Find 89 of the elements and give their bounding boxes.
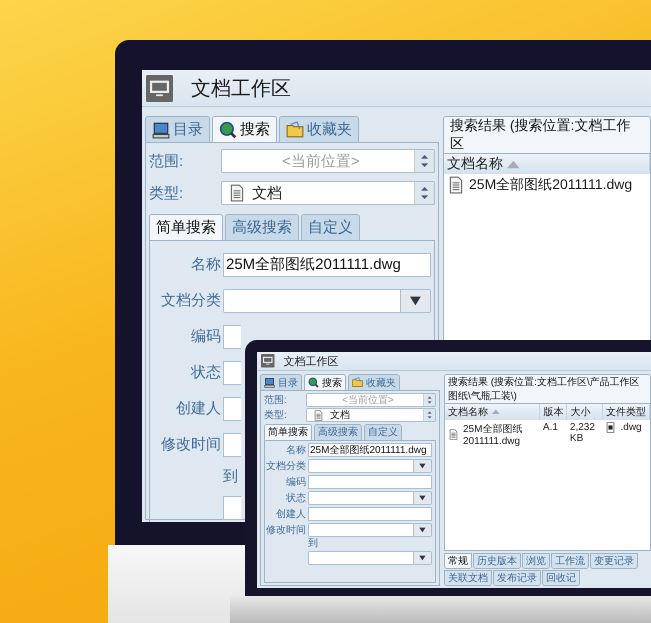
field-label: 文档分类 <box>266 460 307 473</box>
dropdown-field[interactable] <box>223 288 431 313</box>
spinner-icon <box>414 182 434 204</box>
window-title: 文档工作区 <box>284 354 338 368</box>
cell-text: A.1 <box>542 422 558 433</box>
computer-icon <box>264 377 275 388</box>
cell-text: 25M全部图纸2011111.dwg <box>469 176 632 194</box>
range-label: 到 <box>308 538 318 549</box>
input-field[interactable] <box>223 324 241 349</box>
field-label: 名称 <box>190 255 222 274</box>
text-field[interactable]: 25M全部图纸2011111.dwg <box>308 442 432 457</box>
detail-tab[interactable]: 变更记录 <box>590 553 638 569</box>
nav-tab[interactable]: 收藏夹 <box>348 374 400 390</box>
document-icon <box>313 410 324 421</box>
nav-tab[interactable]: 目录 <box>260 374 302 390</box>
sort-arrow-icon <box>492 409 500 415</box>
column-header[interactable]: 文档名称 <box>445 404 540 420</box>
globe-search-icon <box>219 120 237 138</box>
monitor-icon <box>146 74 173 102</box>
search-tab[interactable]: 简单搜索 <box>264 424 312 440</box>
document-icon <box>447 176 465 194</box>
search-tab[interactable]: 简单搜索 <box>149 214 223 240</box>
detail-tab[interactable]: 发布记录 <box>493 570 541 586</box>
scope-dropdown[interactable]: <当前位置> <box>221 149 435 173</box>
field-label: 编码 <box>190 327 222 346</box>
nav-tab[interactable]: 收藏夹 <box>279 116 359 142</box>
globe-search-icon <box>308 377 319 388</box>
spinner-icon <box>414 150 434 172</box>
column-header[interactable]: 文件类型 <box>602 404 650 420</box>
drawing-file-icon <box>605 422 616 433</box>
dropdown-field[interactable] <box>308 458 432 473</box>
column-header[interactable]: 文档名称 <box>444 154 650 174</box>
search-tab[interactable]: 自定义 <box>364 424 402 440</box>
field-label: 名称 <box>285 444 307 457</box>
field-label: 类型: <box>149 184 184 203</box>
document-icon <box>448 429 459 440</box>
cell-text: 25M全部图纸2011111.dwg <box>463 422 524 447</box>
date-field[interactable] <box>308 550 432 565</box>
sort-arrow-icon <box>507 160 520 168</box>
text-field[interactable] <box>308 506 432 521</box>
monitor-icon <box>261 354 274 368</box>
detail-tab[interactable]: 常规 <box>444 553 472 569</box>
search-tab[interactable]: 自定义 <box>301 214 360 240</box>
dropdown-field[interactable] <box>308 490 432 505</box>
field-label: 状态 <box>190 363 222 382</box>
field-label: 范围: <box>264 394 288 407</box>
search-tab[interactable]: 高级搜索 <box>225 214 299 240</box>
range-label: 到 <box>223 468 238 484</box>
text-field[interactable]: 25M全部图纸2011111.dwg <box>223 252 431 277</box>
spinner-icon <box>422 409 435 422</box>
input-field[interactable] <box>223 496 241 520</box>
results-tab[interactable]: 搜索结果 (搜索位置:文档工作区 <box>443 116 651 153</box>
field-label: 创建人 <box>275 508 307 521</box>
type-dropdown[interactable]: 文档 <box>306 408 436 422</box>
scope-dropdown[interactable]: <当前位置> <box>306 393 436 407</box>
document-icon <box>228 184 246 202</box>
field-label: 创建人 <box>175 399 222 418</box>
cell-text: 2,232 KB <box>570 422 596 444</box>
field-label: 状态 <box>285 492 307 505</box>
field-label: 修改时间 <box>266 524 307 537</box>
results-tab[interactable]: 搜索结果 (搜索位置:文档工作区\产品工作区图纸\气瓶工装\) <box>444 374 651 403</box>
type-dropdown[interactable]: 文档 <box>221 181 435 206</box>
detail-tab[interactable]: 工作流 <box>551 553 589 569</box>
window-title: 文档工作区 <box>191 76 291 102</box>
text-field[interactable] <box>308 474 432 489</box>
cell-text: .dwg <box>620 422 642 433</box>
input-field[interactable] <box>223 396 241 421</box>
detail-tab[interactable]: 回收记 <box>542 570 580 586</box>
folder-icon <box>286 120 304 138</box>
field-label: 范围: <box>149 152 184 170</box>
search-tab[interactable]: 高级搜索 <box>314 424 362 440</box>
detail-tab[interactable]: 历史版本 <box>473 553 521 569</box>
folder-icon <box>352 377 363 388</box>
date-field[interactable] <box>308 522 432 537</box>
column-header[interactable]: 大小 <box>566 404 602 420</box>
input-field[interactable] <box>223 360 241 385</box>
nav-tab[interactable]: 搜索 <box>212 116 277 142</box>
column-header[interactable]: 版本 <box>540 404 567 420</box>
field-label: 修改时间 <box>160 435 222 454</box>
field-label: 类型: <box>264 408 288 422</box>
spinner-icon <box>422 394 435 406</box>
detail-tab[interactable]: 浏览 <box>522 553 550 569</box>
input-field[interactable] <box>223 432 241 457</box>
nav-tab[interactable]: 搜索 <box>304 374 346 390</box>
field-label: 编码 <box>285 476 307 489</box>
field-label: 文档分类 <box>160 291 222 310</box>
detail-tab[interactable]: 关联文档 <box>444 570 492 586</box>
computer-icon <box>152 120 170 138</box>
nav-tab[interactable]: 目录 <box>145 116 210 142</box>
